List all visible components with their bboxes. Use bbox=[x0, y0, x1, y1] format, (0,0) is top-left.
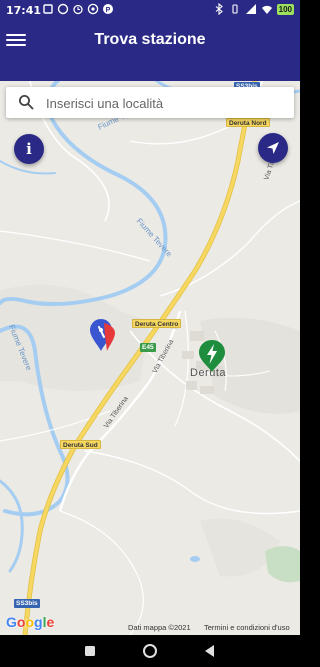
exit-label: Deruta Centro bbox=[132, 319, 182, 328]
info-icon: i bbox=[26, 139, 32, 158]
terms-link[interactable]: Termini e condizioni d'uso bbox=[204, 623, 290, 632]
svg-text:P: P bbox=[106, 7, 111, 14]
exit-label: Deruta Sud bbox=[60, 440, 101, 449]
home-icon[interactable] bbox=[142, 643, 158, 659]
signal-icon bbox=[245, 4, 256, 14]
wifi-icon bbox=[261, 5, 272, 14]
search-bar bbox=[6, 87, 294, 118]
battery-indicator: 100 bbox=[276, 3, 294, 15]
bluetooth-icon bbox=[215, 3, 223, 15]
whatsapp-icon bbox=[87, 3, 99, 15]
search-icon[interactable] bbox=[18, 94, 34, 110]
info-button[interactable]: i bbox=[14, 134, 44, 164]
exit-label: Deruta Nord bbox=[226, 118, 270, 127]
system-nav-bar bbox=[0, 635, 300, 667]
chat-icon bbox=[57, 3, 69, 15]
road-shield: SS3bis bbox=[14, 599, 40, 608]
google-logo: Google bbox=[6, 614, 55, 630]
recents-icon[interactable] bbox=[82, 643, 98, 659]
app-bar: Trova stazione bbox=[0, 22, 300, 81]
app-icon: P bbox=[103, 4, 113, 14]
charging-station-marker[interactable] bbox=[198, 339, 226, 373]
alarm-icon bbox=[73, 4, 83, 15]
locate-button[interactable] bbox=[258, 133, 288, 163]
user-location-marker[interactable] bbox=[88, 317, 118, 353]
status-bar: 17:41 P 100 bbox=[0, 0, 300, 22]
vibrate-icon bbox=[232, 4, 238, 14]
status-time: 17:41 bbox=[6, 4, 42, 17]
road-shield: E45 bbox=[140, 343, 156, 352]
search-input[interactable] bbox=[46, 93, 286, 113]
map-credits: Dati mappa ©2021 bbox=[128, 623, 191, 632]
page-title: Trova stazione bbox=[94, 31, 206, 48]
map-view[interactable]: Fiume Tevere Fiume Tevere Fiume Tevere V… bbox=[0, 81, 300, 635]
back-icon[interactable] bbox=[202, 643, 218, 659]
navigation-arrow-icon bbox=[267, 142, 279, 154]
map-canvas bbox=[0, 81, 300, 635]
notification-icon bbox=[43, 4, 53, 14]
